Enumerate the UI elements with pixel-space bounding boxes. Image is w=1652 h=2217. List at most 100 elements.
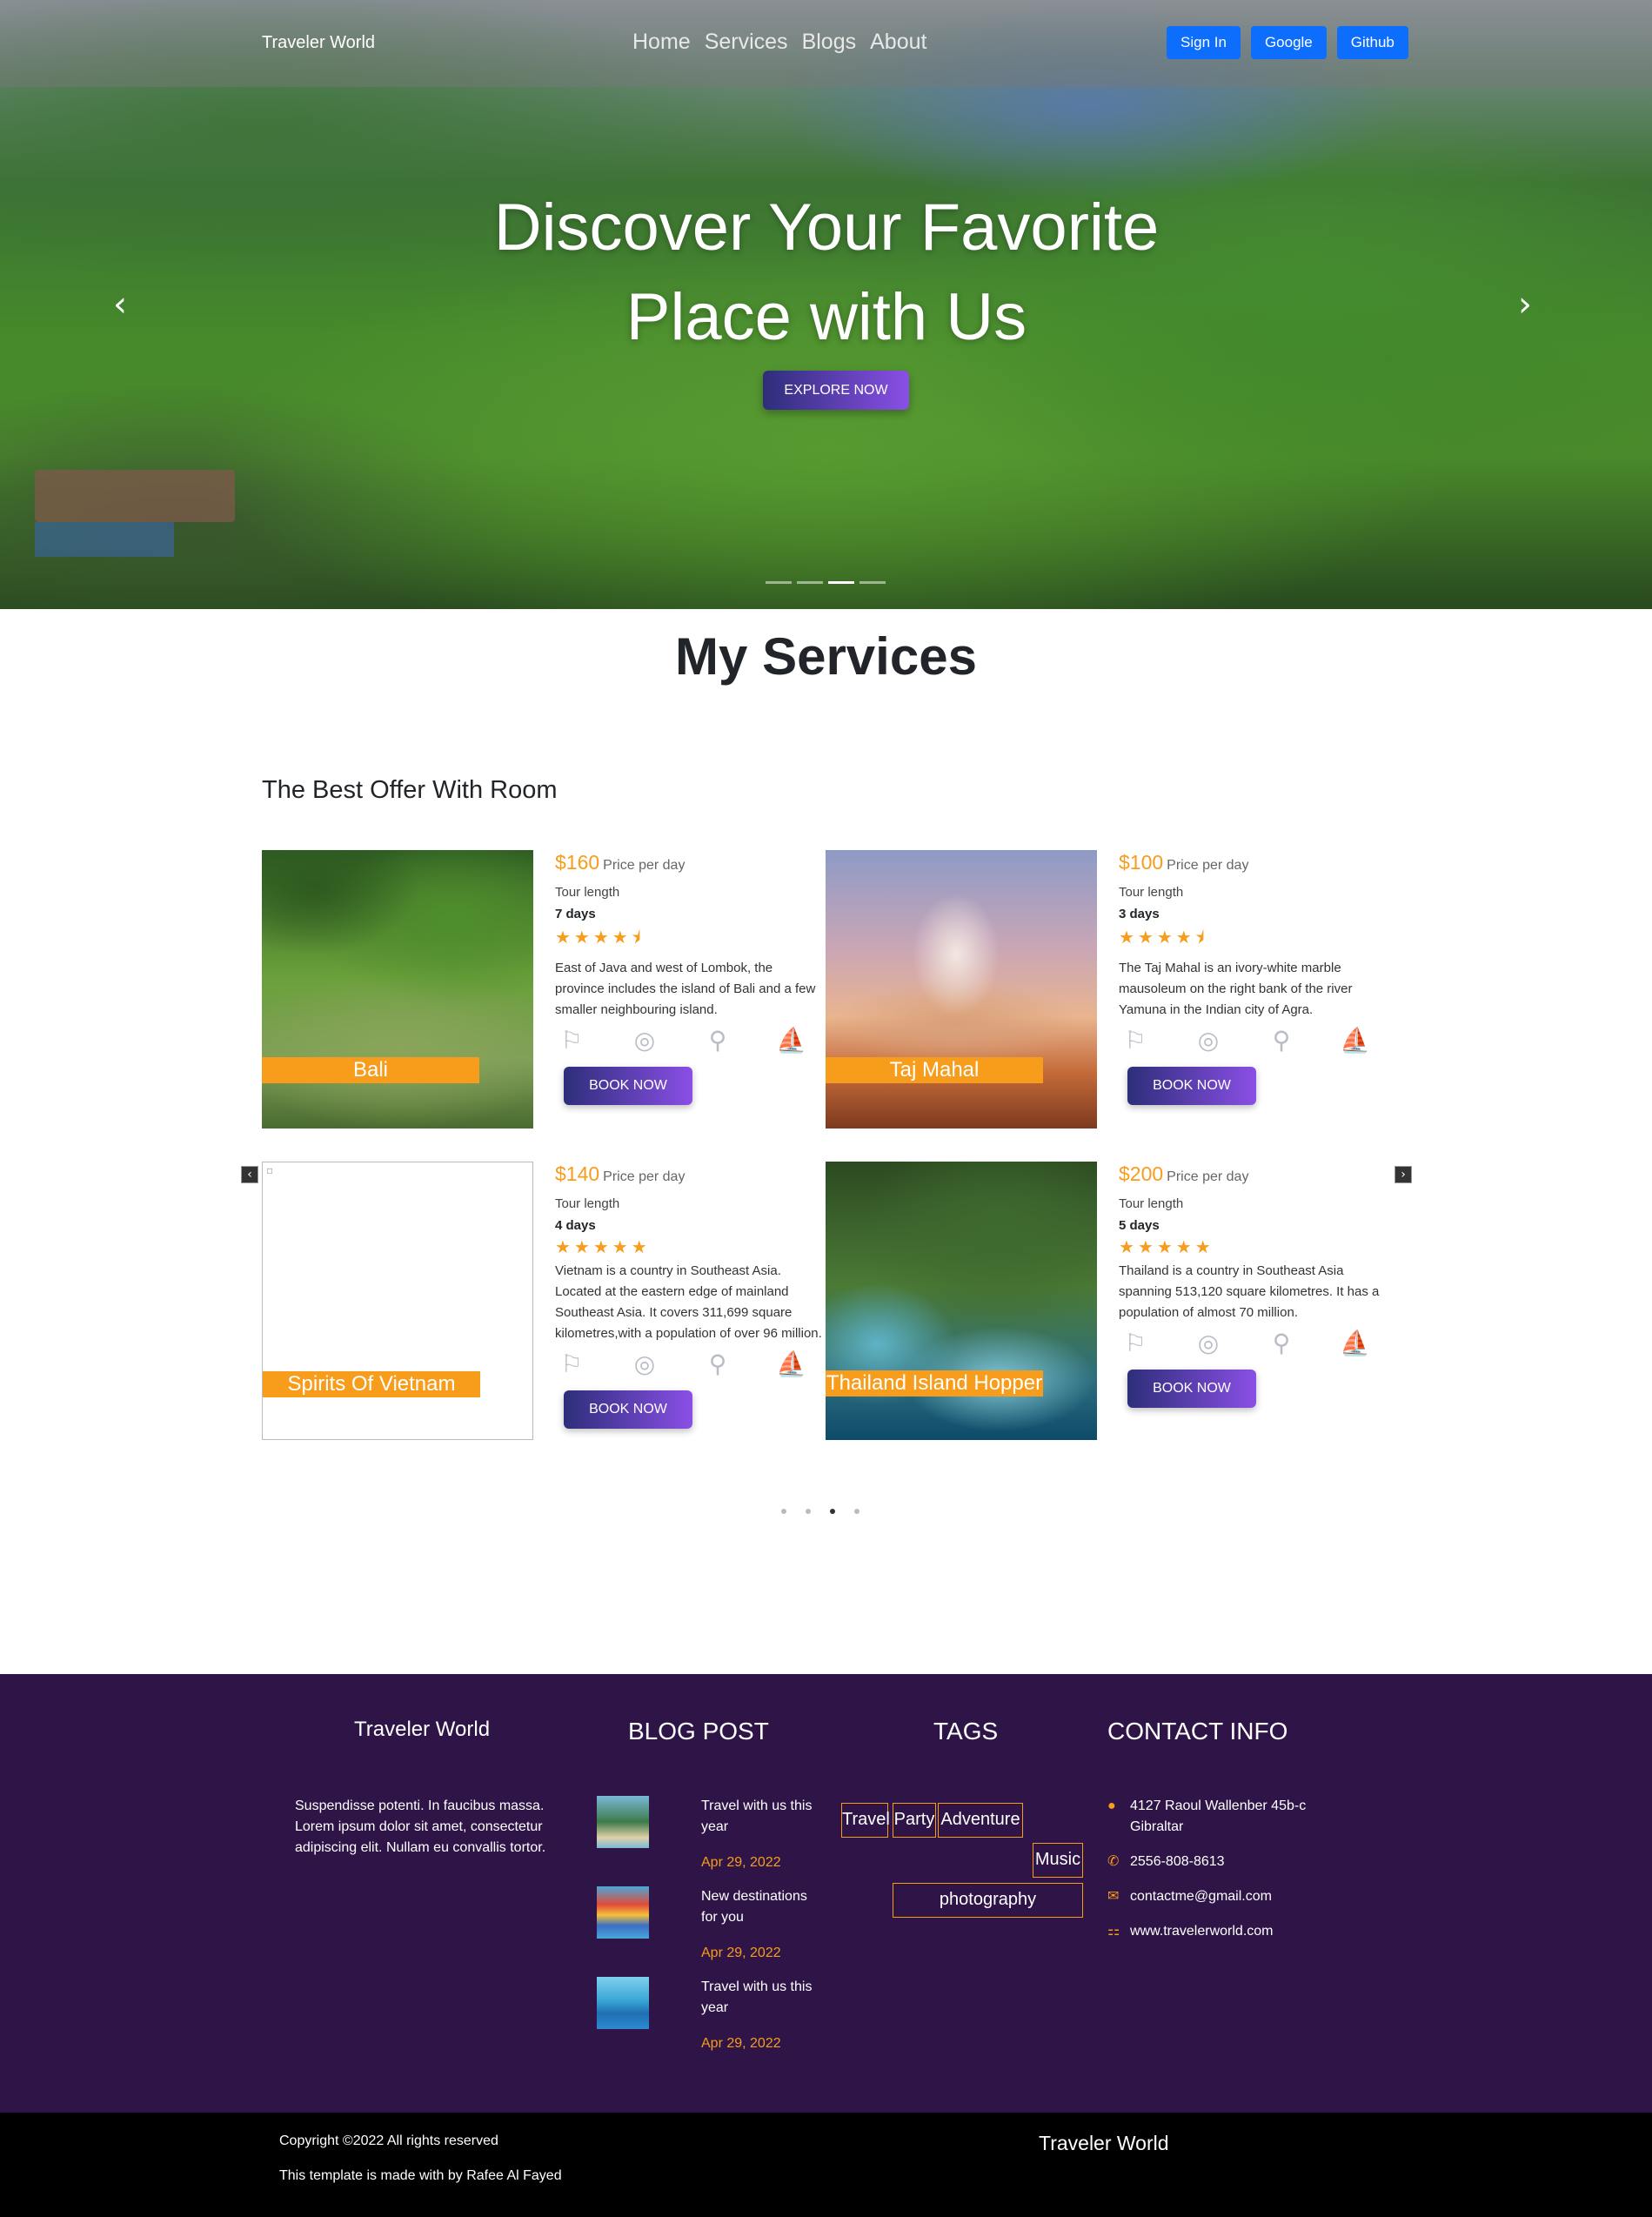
chevron-right-icon[interactable]: ›: [1518, 287, 1532, 322]
nav-link-home[interactable]: Home: [632, 30, 691, 55]
hero-title: Discover Your Favorite Place with Us: [391, 183, 1261, 362]
tour-name-label: Taj Mahal: [826, 1057, 1043, 1083]
sailboat-icon: ⛵: [1340, 1329, 1370, 1357]
tour-description: The Taj Mahal is an ivory-white marble m…: [1119, 961, 1353, 1017]
book-now-button[interactable]: BOOK NOW: [564, 1067, 692, 1105]
signpost-icon: ⚐: [560, 1026, 583, 1055]
tour-image-thailand[interactable]: Thailand Island Hopper: [826, 1162, 1097, 1440]
explore-now-button[interactable]: EXPLORE NOW: [763, 371, 909, 410]
blog-thumbnail-1[interactable]: [597, 1796, 649, 1848]
slider-dot-3[interactable]: [830, 1509, 835, 1514]
contact-email[interactable]: ✉ contactme@gmail.com: [1107, 1886, 1272, 1907]
signpost-icon: ⚐: [1124, 1329, 1147, 1357]
nav-brand[interactable]: Traveler World: [262, 33, 375, 53]
signpost-icon: ⚐: [1124, 1026, 1147, 1055]
tag-travel[interactable]: Travel: [841, 1803, 890, 1838]
star-rating: ★★★★⯨: [1119, 927, 1208, 948]
sitemap-icon: ⚏: [1107, 1924, 1120, 1939]
footer-brand: Traveler World: [354, 1718, 491, 1741]
tags-heading: TAGS: [933, 1718, 999, 1745]
slider-dots: [781, 1509, 859, 1514]
contact-phone: ✆ 2556-808-8613: [1107, 1852, 1225, 1872]
star-rating: ★★★★★: [1119, 1236, 1214, 1257]
nav-links: Home Services Blogs About: [632, 30, 926, 55]
broken-image-icon: ▫: [266, 1164, 274, 1176]
bottom-bar: Copyright ©2022 All rights reserved This…: [0, 2113, 1652, 2217]
bicycle-icon: ⚲: [1272, 1026, 1291, 1055]
tag-music[interactable]: Music: [1033, 1843, 1083, 1878]
contact-info-heading: CONTACT INFO: [1107, 1718, 1288, 1745]
bicycle-icon: ⚲: [708, 1026, 727, 1055]
carousel-indicator-4[interactable]: [859, 581, 886, 584]
tour-price: $140 Price per day: [555, 1162, 686, 1185]
blog-post-title-1[interactable]: Travel with us this year: [701, 1796, 823, 1838]
hero-carousel: Traveler World Home Services Blogs About…: [0, 0, 1652, 609]
tag-adventure[interactable]: Adventure: [938, 1803, 1023, 1838]
tour-days: 7 days: [555, 907, 596, 921]
tag-photography[interactable]: photography: [893, 1883, 1083, 1918]
blog-post-title-3[interactable]: Travel with us this year: [701, 1977, 823, 2019]
tour-name-label: Spirits Of Vietnam: [263, 1371, 480, 1397]
amenity-icons: ⚐ ◎ ⚲ ⛵: [555, 1026, 825, 1055]
blog-post-title-2[interactable]: New destinations for you: [701, 1886, 823, 1928]
star-rating: ★★★★★: [555, 1236, 651, 1257]
blog-post-heading: BLOG POST: [628, 1718, 769, 1745]
tag-party[interactable]: Party: [893, 1803, 936, 1838]
book-now-button[interactable]: BOOK NOW: [564, 1390, 692, 1429]
contact-website[interactable]: ⚏ www.travelerworld.com: [1107, 1921, 1273, 1942]
services-title: My Services: [675, 627, 977, 686]
tour-price: $200 Price per day: [1119, 1162, 1249, 1185]
nav-link-blogs[interactable]: Blogs: [802, 30, 857, 55]
tour-info: $100 Price per day Tour length 3 days ★★★…: [1119, 850, 1388, 1105]
slider-dot-2[interactable]: [806, 1509, 811, 1514]
tour-length-label: Tour length: [1119, 885, 1184, 900]
chevron-left-icon[interactable]: ‹: [113, 287, 127, 322]
top-navbar: Traveler World Home Services Blogs About…: [0, 0, 1652, 87]
tour-card-thailand: Thailand Island Hopper $200 Price per day…: [826, 1162, 1381, 1440]
slider-next-button[interactable]: ›: [1395, 1166, 1412, 1183]
github-button[interactable]: Github: [1336, 26, 1408, 59]
footer: Traveler World Suspendisse potenti. In f…: [0, 1674, 1652, 2113]
slider-prev-button[interactable]: ‹: [241, 1166, 258, 1183]
tour-length-label: Tour length: [555, 1196, 620, 1211]
nav-link-services[interactable]: Services: [705, 30, 788, 55]
tour-info: $160 Price per day Tour length 7 days ★★★…: [555, 850, 825, 1105]
carousel-indicator-2[interactable]: [797, 581, 823, 584]
carousel-indicator-1[interactable]: [766, 581, 792, 584]
tour-image-taj-mahal[interactable]: Taj Mahal: [826, 850, 1097, 1129]
amenity-icons: ⚐ ◎ ⚲ ⛵: [1119, 1026, 1388, 1055]
slider-dot-4[interactable]: [854, 1509, 859, 1514]
nav-link-about[interactable]: About: [870, 30, 926, 55]
sign-in-button[interactable]: Sign In: [1167, 26, 1241, 59]
tour-days: 3 days: [1119, 907, 1160, 921]
tour-image-vietnam[interactable]: ▫ Spirits Of Vietnam: [262, 1162, 533, 1440]
compass-icon: ◎: [1197, 1329, 1220, 1357]
tour-card-taj-mahal: Taj Mahal $100 Price per day Tour length …: [826, 850, 1381, 1129]
amenity-icons: ⚐ ◎ ⚲ ⛵: [1119, 1329, 1388, 1357]
compass-icon: ◎: [633, 1026, 656, 1055]
tour-description: Thailand is a country in Southeast Asia …: [1119, 1263, 1380, 1320]
book-now-button[interactable]: BOOK NOW: [1127, 1067, 1256, 1105]
template-credit: This template is made with by Rafee Al F…: [279, 2168, 562, 2183]
tour-image-bali[interactable]: Bali: [262, 850, 533, 1129]
sailboat-icon: ⛵: [776, 1026, 806, 1055]
tour-name-label: Thailand Island Hopper: [826, 1370, 1043, 1397]
hero-village-decoration: [35, 470, 235, 522]
contact-address: ● 4127 Raoul Wallenber 45b-c Gibraltar: [1107, 1796, 1334, 1838]
tour-length-label: Tour length: [555, 885, 620, 900]
tour-info: $200 Price per day Tour length 5 days ★★★…: [1119, 1162, 1388, 1408]
tour-info: $140 Price per day Tour length 4 days ★★★…: [555, 1162, 825, 1429]
tour-card-bali: Bali $160 Price per day Tour length 7 day…: [262, 850, 817, 1129]
bicycle-icon: ⚲: [708, 1350, 727, 1378]
offer-subtitle: The Best Offer With Room: [262, 776, 558, 804]
tour-description: Vietnam is a country in Southeast Asia. …: [555, 1263, 822, 1341]
carousel-indicator-3[interactable]: [828, 581, 854, 584]
book-now-button[interactable]: BOOK NOW: [1127, 1370, 1256, 1408]
google-button[interactable]: Google: [1250, 26, 1327, 59]
tour-card-vietnam: ▫ Spirits Of Vietnam $140 Price per day T…: [262, 1162, 822, 1440]
blog-thumbnail-2[interactable]: [597, 1886, 649, 1939]
nav-buttons: Sign In Google Github: [1167, 26, 1408, 59]
carousel-indicators: [766, 581, 886, 584]
slider-dot-1[interactable]: [781, 1509, 786, 1514]
blog-thumbnail-3[interactable]: [597, 1977, 649, 2029]
